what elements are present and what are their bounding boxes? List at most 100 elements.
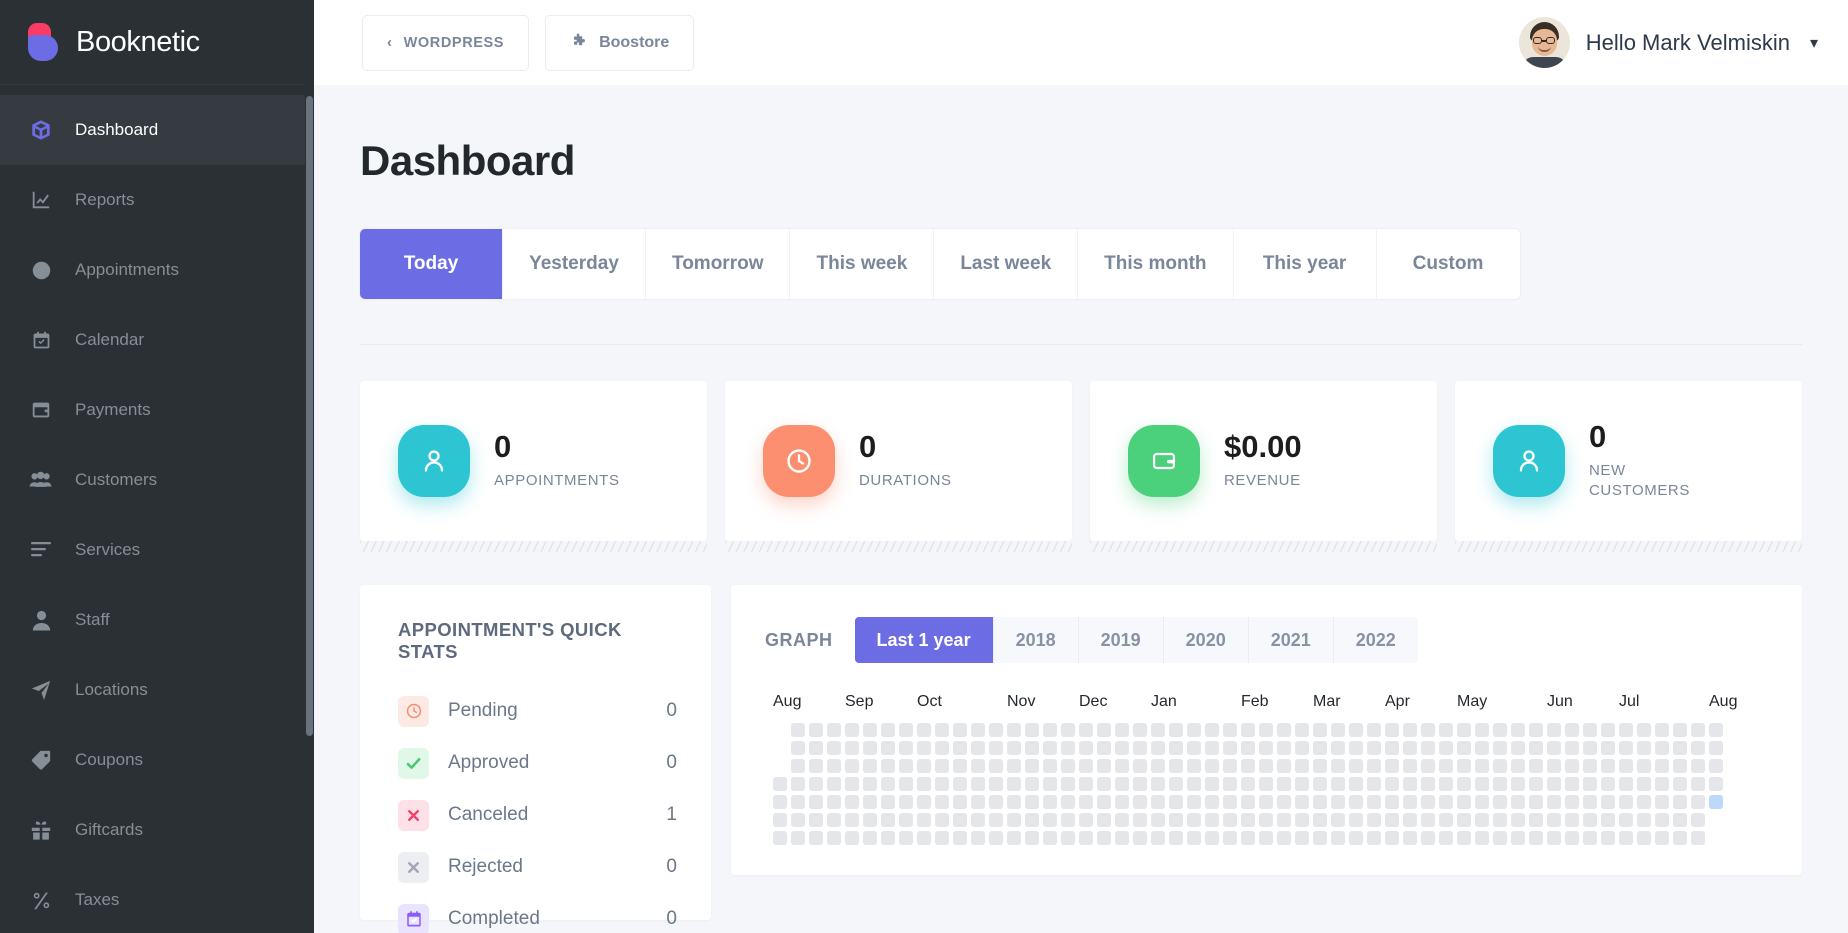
- heatmap-cell[interactable]: [1403, 741, 1417, 755]
- heatmap-cell[interactable]: [1547, 831, 1561, 845]
- heatmap-cell[interactable]: [1331, 741, 1345, 755]
- sidebar-item-coupons[interactable]: Coupons: [0, 725, 314, 795]
- heatmap-cell[interactable]: [1565, 813, 1579, 827]
- heatmap-cell[interactable]: [1277, 813, 1291, 827]
- heatmap-cell[interactable]: [1619, 759, 1633, 773]
- heatmap-cell[interactable]: [1709, 741, 1723, 755]
- heatmap-cell[interactable]: [1331, 759, 1345, 773]
- heatmap-cell[interactable]: [1223, 723, 1237, 737]
- heatmap-cell[interactable]: [1025, 759, 1039, 773]
- heatmap-cell[interactable]: [1421, 777, 1435, 791]
- heatmap-cell[interactable]: [1457, 813, 1471, 827]
- stat-card-appointments[interactable]: 0 APPOINTMENTS: [360, 381, 707, 552]
- quick-stats-row-approved[interactable]: Approved 0: [398, 737, 677, 789]
- heatmap-cell[interactable]: [1655, 813, 1669, 827]
- heatmap-cell[interactable]: [971, 723, 985, 737]
- heatmap-cell[interactable]: [1025, 777, 1039, 791]
- heatmap-cell[interactable]: [1493, 759, 1507, 773]
- heatmap-cell[interactable]: [1151, 759, 1165, 773]
- heatmap-cell[interactable]: [1511, 759, 1525, 773]
- heatmap-cell[interactable]: [1043, 795, 1057, 809]
- heatmap-cell[interactable]: [1241, 813, 1255, 827]
- heatmap-cell[interactable]: [1061, 759, 1075, 773]
- heatmap-cell[interactable]: [1187, 795, 1201, 809]
- heatmap-cell[interactable]: [1457, 795, 1471, 809]
- heatmap-cell[interactable]: [935, 813, 949, 827]
- heatmap-cell[interactable]: [1277, 831, 1291, 845]
- heatmap-cell[interactable]: [1367, 831, 1381, 845]
- heatmap-cell[interactable]: [1367, 777, 1381, 791]
- heatmap-cell[interactable]: [1205, 723, 1219, 737]
- heatmap-cell[interactable]: [1691, 795, 1705, 809]
- heatmap-cell[interactable]: [1295, 723, 1309, 737]
- period-tab-this-year[interactable]: This year: [1234, 229, 1377, 299]
- heatmap-cell[interactable]: [1169, 777, 1183, 791]
- heatmap-cell[interactable]: [1367, 813, 1381, 827]
- heatmap-cell[interactable]: [1637, 777, 1651, 791]
- heatmap-cell[interactable]: [1421, 813, 1435, 827]
- heatmap-cell[interactable]: [1187, 759, 1201, 773]
- heatmap-cell[interactable]: [845, 723, 859, 737]
- heatmap-cell[interactable]: [845, 777, 859, 791]
- heatmap-cell[interactable]: [899, 777, 913, 791]
- heatmap-cell[interactable]: [1529, 795, 1543, 809]
- heatmap-cell[interactable]: [1295, 777, 1309, 791]
- heatmap-cell[interactable]: [1403, 759, 1417, 773]
- heatmap-cell[interactable]: [1115, 795, 1129, 809]
- heatmap-cell[interactable]: [1133, 741, 1147, 755]
- heatmap-cell[interactable]: [1565, 795, 1579, 809]
- heatmap-cell[interactable]: [1619, 741, 1633, 755]
- heatmap-cell[interactable]: [1673, 831, 1687, 845]
- heatmap-cell[interactable]: [1007, 723, 1021, 737]
- heatmap-cell[interactable]: [1349, 723, 1363, 737]
- heatmap-cell[interactable]: [827, 777, 841, 791]
- heatmap-cell[interactable]: [1637, 759, 1651, 773]
- heatmap-cell[interactable]: [863, 741, 877, 755]
- heatmap-cell[interactable]: [1475, 741, 1489, 755]
- heatmap-cell[interactable]: [1079, 759, 1093, 773]
- heatmap-cell[interactable]: [1223, 795, 1237, 809]
- heatmap-cell[interactable]: [1439, 813, 1453, 827]
- graph-tab-2022[interactable]: 2022: [1334, 617, 1418, 663]
- heatmap-cell[interactable]: [971, 759, 985, 773]
- sidebar-item-services[interactable]: Services: [0, 515, 314, 585]
- heatmap-cell[interactable]: [1025, 795, 1039, 809]
- period-tab-today[interactable]: Today: [360, 229, 503, 299]
- heatmap-cell[interactable]: [1079, 813, 1093, 827]
- heatmap-cell[interactable]: [1529, 759, 1543, 773]
- heatmap-cell[interactable]: [1583, 759, 1597, 773]
- heatmap-cell[interactable]: [1205, 741, 1219, 755]
- heatmap-cell[interactable]: [845, 759, 859, 773]
- heatmap-cell[interactable]: [1583, 777, 1597, 791]
- heatmap-cell[interactable]: [1601, 759, 1615, 773]
- heatmap-cell[interactable]: [1259, 741, 1273, 755]
- heatmap-cell[interactable]: [917, 813, 931, 827]
- heatmap-cell[interactable]: [953, 759, 967, 773]
- heatmap-cell[interactable]: [1187, 723, 1201, 737]
- heatmap-cell[interactable]: [1169, 741, 1183, 755]
- heatmap-cell[interactable]: [1655, 759, 1669, 773]
- heatmap-cell[interactable]: [1637, 741, 1651, 755]
- heatmap-cell[interactable]: [845, 741, 859, 755]
- heatmap-cell[interactable]: [1475, 777, 1489, 791]
- heatmap-cell[interactable]: [1277, 723, 1291, 737]
- quick-stats-row-completed[interactable]: Completed 0: [398, 893, 677, 933]
- heatmap-cell[interactable]: [845, 795, 859, 809]
- heatmap-cell[interactable]: [1169, 831, 1183, 845]
- heatmap-cell[interactable]: [1421, 741, 1435, 755]
- sidebar-scrollbar-thumb[interactable]: [306, 96, 313, 736]
- sidebar-item-reports[interactable]: Reports: [0, 165, 314, 235]
- heatmap-cell[interactable]: [1025, 723, 1039, 737]
- heatmap-cell[interactable]: [809, 741, 823, 755]
- heatmap-cell[interactable]: [971, 741, 985, 755]
- heatmap-cell[interactable]: [845, 813, 859, 827]
- sidebar-scrollbar[interactable]: [305, 0, 314, 933]
- sidebar-item-calendar[interactable]: Calendar: [0, 305, 314, 375]
- heatmap-cell[interactable]: [899, 831, 913, 845]
- heatmap-cell[interactable]: [1493, 813, 1507, 827]
- heatmap-cell[interactable]: [1241, 723, 1255, 737]
- heatmap-cell[interactable]: [1493, 777, 1507, 791]
- heatmap-cell[interactable]: [1097, 741, 1111, 755]
- heatmap-cell[interactable]: [1583, 813, 1597, 827]
- heatmap-cell[interactable]: [1313, 759, 1327, 773]
